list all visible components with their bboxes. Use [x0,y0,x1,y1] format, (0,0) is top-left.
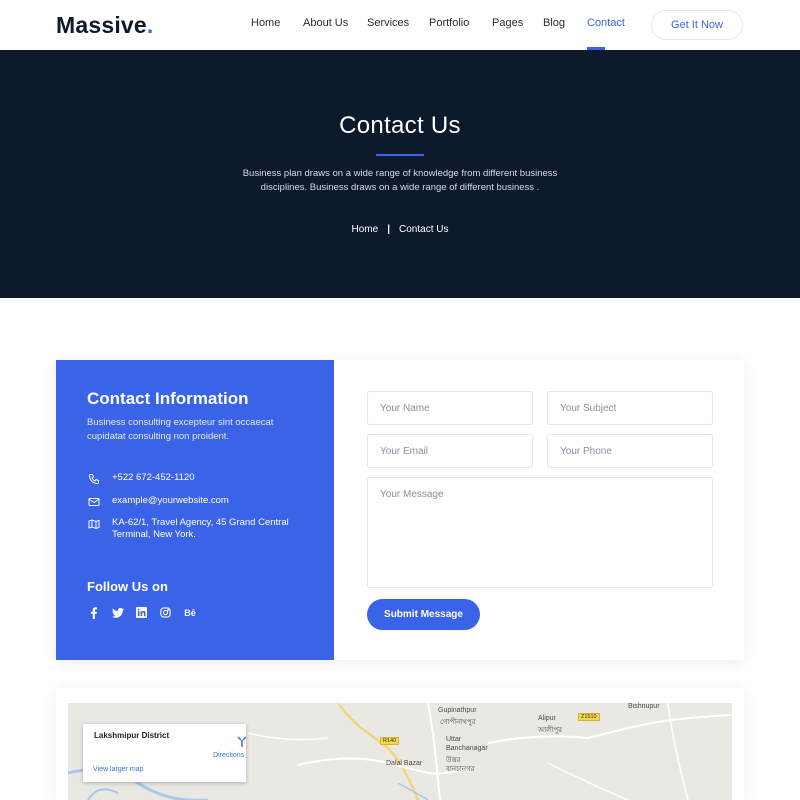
contact-form: Your Name Your Subject Your Email Your P… [334,360,744,660]
map-label-dalal-bazar: Dalal Bazar [386,760,423,767]
site-header: Massive. Home About Us Services Portfoli… [0,0,800,50]
behance-icon[interactable]: Bē [183,606,197,619]
contact-info-description: Business consulting excepteur sint occae… [87,417,274,442]
nav-blog[interactable]: Blog [543,17,565,29]
message-textarea[interactable]: Your Message [367,477,713,588]
road-badge-r140: R140 [380,737,400,745]
submit-message-button[interactable]: Submit Message [367,599,480,630]
directions-link[interactable]: Directions [213,752,244,759]
map-label-banchanagar-bn: বানচানগর [446,766,475,773]
address-row: KA-62/1, Travel Agency, 45 Grand Central… [87,517,312,541]
twitter-icon[interactable] [111,606,124,619]
phone-icon [88,474,99,485]
contact-info-panel: Contact Information Business consulting … [56,360,334,660]
nav-portfolio[interactable]: Portfolio [429,17,469,29]
contact-info-title: Contact Information [87,389,249,408]
subject-input[interactable]: Your Subject [547,391,713,425]
facebook-icon[interactable] [87,606,100,619]
view-larger-map-link[interactable]: View larger map [93,766,143,773]
email-row: example@yourwebsite.com [87,495,312,508]
breadcrumb: Home | Contact Us [0,224,800,235]
get-it-now-button[interactable]: Get It Now [651,10,743,40]
breadcrumb-current: Contact Us [399,224,449,235]
map-section: Gupinathpur গোপীনাথপুর Uttar Banchanagar… [56,688,744,800]
follow-us-title: Follow Us on [87,579,168,594]
page-title: Contact Us [339,112,461,139]
nav-contact[interactable]: Contact [587,17,625,29]
map-label-gupinathpur: Gupinathpur [438,707,477,714]
directions-icon[interactable] [236,736,248,748]
title-divider [376,154,424,156]
map-label-alipur-bn: আলীপুর [538,727,562,734]
phone-input[interactable]: Your Phone [547,434,713,468]
map-icon [88,519,100,530]
phone-row: +522 672-452-1120 [87,472,312,485]
phone-number[interactable]: +522 672-452-1120 [112,472,312,484]
hero-description: Business plan draws on a wide range of k… [242,168,558,193]
email-address[interactable]: example@yourwebsite.com [112,495,312,507]
address-text: KA-62/1, Travel Agency, 45 Grand Central… [112,517,289,540]
contact-card: Contact Information Business consulting … [56,360,744,660]
email-input[interactable]: Your Email [367,434,533,468]
map-place-name: Lakshmipur District [94,731,170,740]
page-hero: Contact Us Business plan draws on a wide… [0,50,800,298]
nav-pages[interactable]: Pages [492,17,523,29]
map-info-card: Lakshmipur District Directions View larg… [83,724,248,782]
nav-home[interactable]: Home [251,17,280,29]
linkedin-icon[interactable] [135,606,148,619]
nav-services[interactable]: Services [367,17,409,29]
map-label-banchanagar: Banchanagar [446,745,488,752]
map-label-gupinathpur-bn: গোপীনাথপুর [440,719,476,726]
breadcrumb-separator: | [387,224,391,235]
breadcrumb-home[interactable]: Home [352,224,379,235]
road-badge-z1510: Z1510 [578,713,600,721]
social-links: Bē [87,606,197,619]
nav-about-us[interactable]: About Us [303,17,348,29]
map-label-alipur: Alipur [538,715,556,722]
name-input[interactable]: Your Name [367,391,533,425]
mail-icon [88,498,100,506]
map-label-uttar: Uttar [446,736,462,743]
instagram-icon[interactable] [159,606,172,619]
embedded-map[interactable]: Gupinathpur গোপীনাথপুর Uttar Banchanagar… [68,703,732,800]
map-label-bishnupur: Bishnupur [628,703,660,710]
logo[interactable]: Massive. [56,12,154,39]
